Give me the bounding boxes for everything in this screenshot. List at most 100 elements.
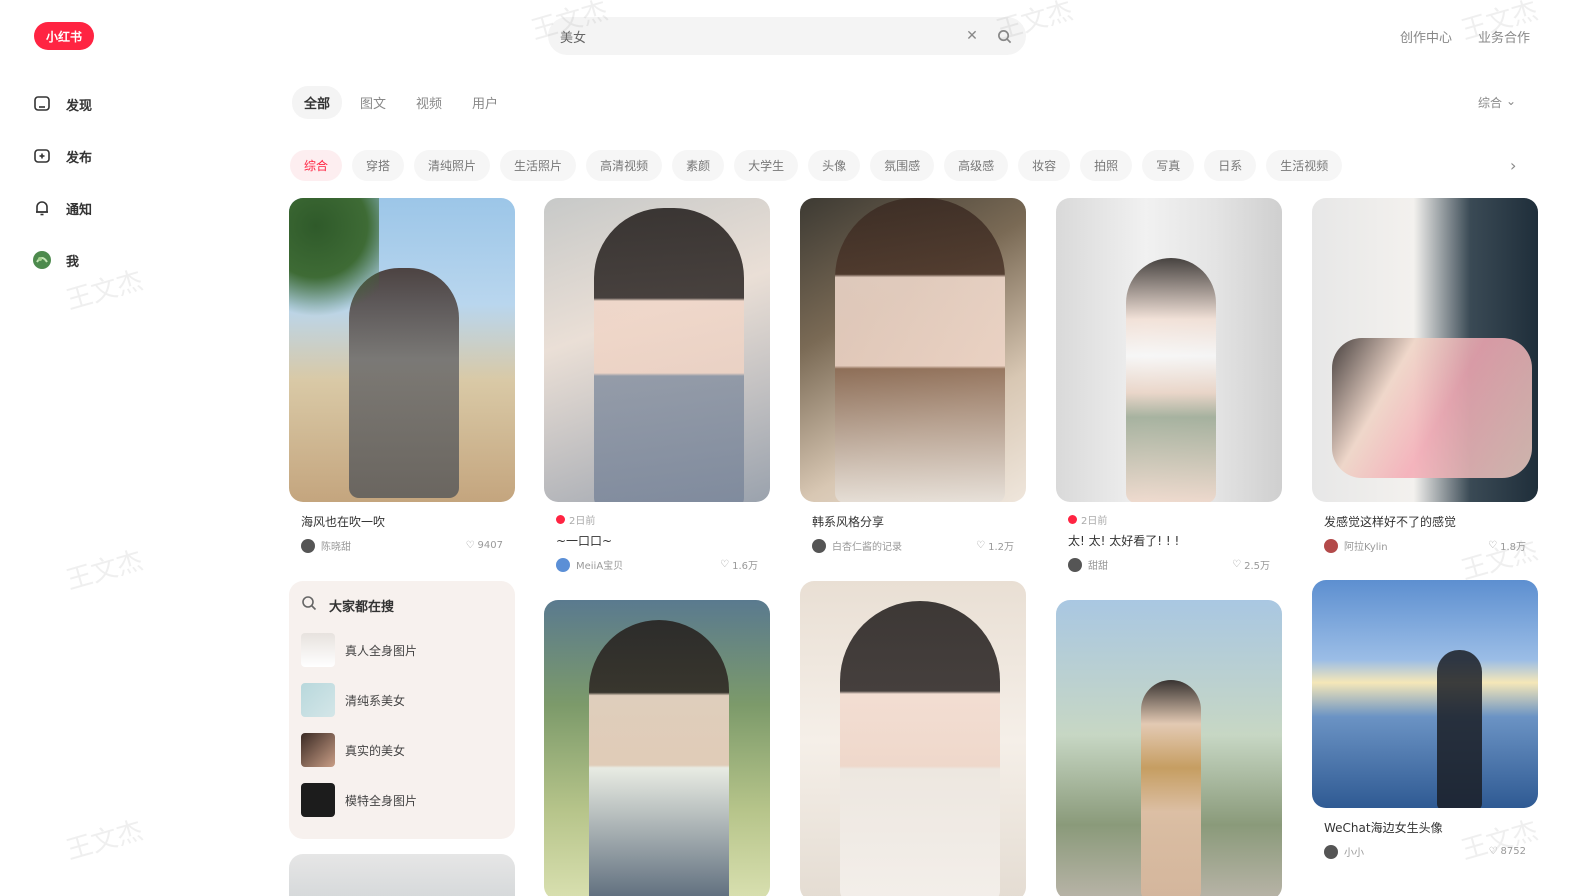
heart-icon: ♡ (1232, 559, 1242, 570)
note-card[interactable]: WeChat海边女生头像 小小 ♡ 8752 (1312, 580, 1538, 859)
creator-center-link[interactable]: 创作中心 (1400, 27, 1452, 46)
suggest-title: 大家都在搜 (329, 599, 395, 615)
header-links: 创作中心 业务合作 (1400, 27, 1530, 46)
sidebar-item-label: 通知 (66, 202, 93, 218)
watermark: 王文杰 (63, 815, 147, 867)
note-cover-image (800, 581, 1026, 896)
note-card[interactable] (289, 854, 515, 896)
suggest-label: 真实的美女 (345, 743, 406, 758)
like-count: 8752 (1500, 846, 1526, 857)
note-cover-image (1312, 580, 1538, 808)
note-title: 海风也在吹一吹 (301, 515, 386, 529)
note-card[interactable] (544, 600, 770, 896)
author-name: MeiiA宝贝 (576, 561, 624, 572)
note-cover-image (800, 198, 1026, 502)
suggest-label: 清纯系美女 (345, 693, 406, 708)
sort-dropdown[interactable]: 综合 ⌄ (1478, 94, 1516, 111)
avatar (301, 538, 315, 553)
like-count: 1.8万 (1500, 542, 1526, 553)
note-title: 太! 太! 太好看了! ! ! (1068, 534, 1180, 548)
note-card[interactable]: 海风也在吹一吹 陈晓甜 ♡ 9407 (289, 198, 515, 553)
suggest-thumbnail (301, 783, 335, 817)
note-card[interactable]: 韩系风格分享 白杏仁酱的记录 ♡ 1.2万 (800, 198, 1026, 553)
author-name: 陈晓甜 (321, 542, 351, 553)
suggest-item[interactable]: 真实的美女 (301, 725, 503, 775)
note-card[interactable]: 2日前 太! 太! 太好看了! ! ! 甜甜 ♡ 2.5万 (1056, 198, 1282, 572)
heart-icon: ♡ (720, 559, 730, 570)
tab-user[interactable]: 用户 (460, 86, 510, 119)
note-grid: 海风也在吹一吹 陈晓甜 ♡ 9407 大家都在搜 真人全身图片 清纯系美女 真实… (289, 198, 1539, 896)
note-author[interactable]: 阿拉Kylin (1324, 538, 1388, 553)
sidebar-item-notifications[interactable]: 通知 (32, 188, 232, 228)
note-meta: 陈晓甜 ♡ 9407 (289, 538, 515, 553)
chip[interactable]: 大学生 (734, 150, 799, 181)
chip[interactable]: 综合 (290, 150, 343, 181)
heart-icon: ♡ (976, 540, 986, 551)
suggest-label: 模特全身图片 (345, 793, 418, 808)
note-cover-image (1312, 198, 1538, 502)
sort-label: 综合 (1478, 96, 1503, 110)
like-count: 2.5万 (1244, 561, 1270, 572)
tag-text: 2日前 (1081, 516, 1108, 527)
author-name: 白杏仁酱的记录 (832, 542, 902, 553)
clear-icon[interactable]: ✕ (962, 26, 982, 46)
sidebar-item-publish[interactable]: 发布 (32, 136, 232, 176)
note-author[interactable]: 甜甜 (1068, 557, 1108, 572)
note-cover-image (544, 198, 770, 502)
chip[interactable]: 高清视频 (586, 150, 663, 181)
note-cover-image (1056, 198, 1282, 502)
chip[interactable]: 妆容 (1018, 150, 1071, 181)
note-card[interactable]: 2日前 ~一口口~ MeiiA宝贝 ♡ 1.6万 (544, 198, 770, 572)
search-input[interactable] (560, 28, 950, 44)
suggest-item[interactable]: 真人全身图片 (301, 625, 503, 675)
like-button[interactable]: ♡ 2.5万 (1232, 557, 1270, 572)
chevron-right-icon[interactable]: › (1510, 156, 1516, 175)
sidebar-item-discover[interactable]: 发现 (32, 84, 232, 124)
note-author[interactable]: 白杏仁酱的记录 (812, 538, 902, 553)
heart-icon: ♡ (1488, 846, 1498, 857)
like-button[interactable]: ♡ 1.8万 (1488, 538, 1526, 553)
like-button[interactable]: ♡ 8752 (1489, 846, 1526, 857)
suggest-item[interactable]: 模特全身图片 (301, 775, 503, 825)
like-button[interactable]: ♡ 1.6万 (720, 557, 758, 572)
author-name: 阿拉Kylin (1344, 542, 1388, 553)
chip[interactable]: 清纯照片 (414, 150, 491, 181)
heart-icon: ♡ (1488, 540, 1498, 551)
note-author[interactable]: MeiiA宝贝 (556, 557, 623, 572)
business-link[interactable]: 业务合作 (1478, 27, 1530, 46)
like-button[interactable]: ♡ 9407 (466, 540, 503, 551)
note-author[interactable]: 小小 (1324, 844, 1364, 859)
chip[interactable]: 日系 (1204, 150, 1257, 181)
note-title: ~一口口~ (556, 534, 613, 548)
search-icon[interactable] (994, 26, 1014, 46)
chip[interactable]: 拍照 (1080, 150, 1133, 181)
tab-video[interactable]: 视频 (404, 86, 454, 119)
note-author[interactable]: 陈晓甜 (301, 538, 351, 553)
chip[interactable]: 生活视频 (1266, 150, 1343, 181)
note-card[interactable] (800, 581, 1026, 896)
chip[interactable]: 素颜 (672, 150, 725, 181)
note-title: 发感觉这样好不了的感觉 (1324, 515, 1457, 529)
chip[interactable]: 头像 (808, 150, 861, 181)
note-cover-image (544, 600, 770, 896)
chip[interactable]: 氛围感 (870, 150, 935, 181)
note-card[interactable]: 发感觉这样好不了的感觉 阿拉Kylin ♡ 1.8万 (1312, 198, 1538, 553)
avatar (812, 538, 826, 553)
chip[interactable]: 生活照片 (500, 150, 577, 181)
suggest-thumbnail (301, 733, 335, 767)
chip[interactable]: 高级感 (944, 150, 1009, 181)
tab-image-text[interactable]: 图文 (348, 86, 398, 119)
suggest-item[interactable]: 清纯系美女 (301, 675, 503, 725)
chip[interactable]: 写真 (1142, 150, 1195, 181)
avatar (556, 557, 570, 572)
avatar-icon (32, 250, 52, 270)
like-button[interactable]: ♡ 1.2万 (976, 538, 1014, 553)
avatar (1068, 557, 1082, 572)
sidebar-item-me[interactable]: 我 (32, 240, 232, 280)
chip[interactable]: 穿搭 (352, 150, 405, 181)
logo[interactable]: 小红书 (34, 22, 94, 50)
note-card[interactable] (1056, 600, 1282, 896)
heart-icon: ♡ (465, 540, 475, 551)
search-bar[interactable]: ✕ (548, 17, 1026, 55)
tab-all[interactable]: 全部 (292, 86, 343, 119)
